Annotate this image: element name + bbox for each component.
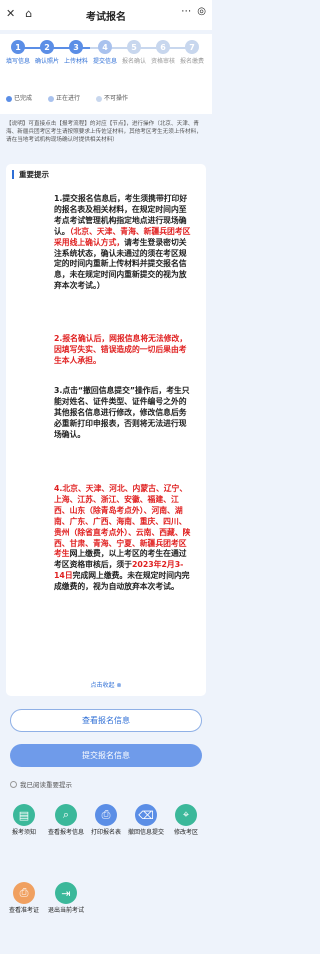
grid-label: 查看报考信息 (47, 829, 84, 836)
search-doc-icon: ⌕ (55, 804, 77, 826)
step-5-label: 报名确认 (121, 58, 146, 65)
important-title: 重要提示 (12, 170, 49, 179)
notice-item-3: 3.点击“撤回信息提交”操作后，考生只能对姓名、证件类型、证件编号之外的其他报名… (54, 386, 190, 439)
step-4[interactable]: 4 (98, 40, 112, 54)
back-icon[interactable]: ✕ (6, 7, 15, 20)
grid-label: 查看准考证 (8, 907, 39, 914)
disabled-dot-icon (96, 95, 103, 102)
delete-icon: ⌫ (135, 804, 157, 826)
notice-item-4: 4.北京、天津、河北、内蒙古、辽宁、上海、江苏、浙江、安徽、福建、江西、山东（除… (54, 484, 194, 593)
notice-item-1: 1.提交报名信息后，考生须携带打印好的报名表及相关材料，在规定时间内至考点考试管… (54, 194, 194, 292)
target-icon[interactable]: ◎ (197, 6, 206, 17)
grid-item-exit[interactable]: ⇥ 退出当前考试 (46, 874, 86, 915)
done-dot-icon (6, 95, 12, 102)
important-notice-card: 重要提示 1.提交报名信息后，考生须携带打印好的报名表及相关材料，在规定时间内至… (6, 164, 206, 696)
radio-icon[interactable] (10, 780, 17, 788)
step-6-label: 资格审核 (150, 58, 175, 65)
printer-icon: ⎙ (95, 804, 117, 826)
location-icon: ⌖ (175, 804, 197, 826)
grid-item-print[interactable]: ⎙ 打印报名表 (86, 796, 126, 837)
legend-not-doable: 不可操作 (104, 95, 129, 102)
step-5: 5 (127, 40, 141, 54)
collapse-link[interactable]: 点击收起 ⊗ (6, 680, 206, 689)
progress-steps: 1 2 3 4 5 6 7 填写信息 确认照片 上传材料 提交信息 报名确认 资… (0, 34, 212, 114)
submit-application-button[interactable]: 提交报名信息 (10, 744, 202, 767)
step-1[interactable]: 1 (11, 40, 25, 54)
step-3-label: 上传材料 (63, 58, 88, 65)
grid-label: 打印报名表 (90, 829, 121, 836)
step-3[interactable]: 3 (69, 40, 83, 54)
grid-item-change-area[interactable]: ⌖ 修改考区 (166, 796, 206, 837)
agree-checkbox[interactable]: 我已阅读重要提示 (10, 779, 72, 789)
exit-icon: ⇥ (55, 882, 77, 904)
step-2[interactable]: 2 (40, 40, 54, 54)
legend-done: 已完成 (14, 95, 33, 102)
grid-label: 撤回信息提交 (127, 829, 164, 836)
instruction-note: 【说明】可直接点击【报考流程】的对应【节点】，进行操作（北京、天津、青海、新疆兵… (6, 121, 202, 143)
document-icon: ▤ (13, 804, 35, 826)
legend-doing: 正在进行 (56, 95, 81, 102)
doing-dot-icon (48, 95, 55, 102)
step-2-label: 确认照片 (34, 58, 59, 65)
function-grid: ▤ 报考须知 ⌕ 查看报考信息 ⎙ 打印报名表 ⌫ 撤回信息提交 ⌖ 修改考区 ⎙ 查看准考… (0, 796, 212, 954)
grid-label: 退出当前考试 (47, 907, 84, 914)
home-icon[interactable]: ⌂ (25, 7, 32, 20)
grid-label: 修改考区 (173, 829, 198, 836)
notice-4-red: 4.北京、天津、河北、内蒙古、辽宁、上海、江苏、浙江、安徽、福建、江西、山东（除… (54, 484, 191, 559)
header-bar: ✕ ⌂ 考试报名 ⋯ ◎ (0, 0, 212, 30)
step-6: 6 (156, 40, 170, 54)
step-7: 7 (185, 40, 199, 54)
grid-item-view-info[interactable]: ⌕ 查看报考信息 (46, 796, 86, 837)
ticket-icon: ⎙ (13, 882, 35, 904)
step-1-label: 填写信息 (5, 58, 30, 65)
notice-item-2: 2.报名确认后，网报信息将无法修改，因填写失实、错误造成的一切后果由考生本人承担… (54, 334, 188, 365)
step-legend: 已完成 正在进行 不可操作 (6, 93, 128, 102)
grid-item-guide[interactable]: ▤ 报考须知 (4, 796, 44, 837)
grid-label: 报考须知 (11, 829, 36, 836)
step-4-label: 提交信息 (92, 58, 117, 65)
more-icon[interactable]: ⋯ (181, 6, 191, 17)
notice-4-tail: 完成网上缴费。未在规定时间内完成缴费的，视为自动放弃本次考试。 (54, 571, 190, 592)
view-application-button[interactable]: 查看报名信息 (10, 709, 202, 732)
grid-item-admission[interactable]: ⎙ 查看准考证 (4, 874, 44, 915)
step-7-label: 报名缴费 (179, 58, 204, 65)
grid-item-withdraw[interactable]: ⌫ 撤回信息提交 (126, 796, 166, 837)
agree-label: 我已阅读重要提示 (20, 781, 72, 789)
page-title: 考试报名 (86, 11, 126, 23)
